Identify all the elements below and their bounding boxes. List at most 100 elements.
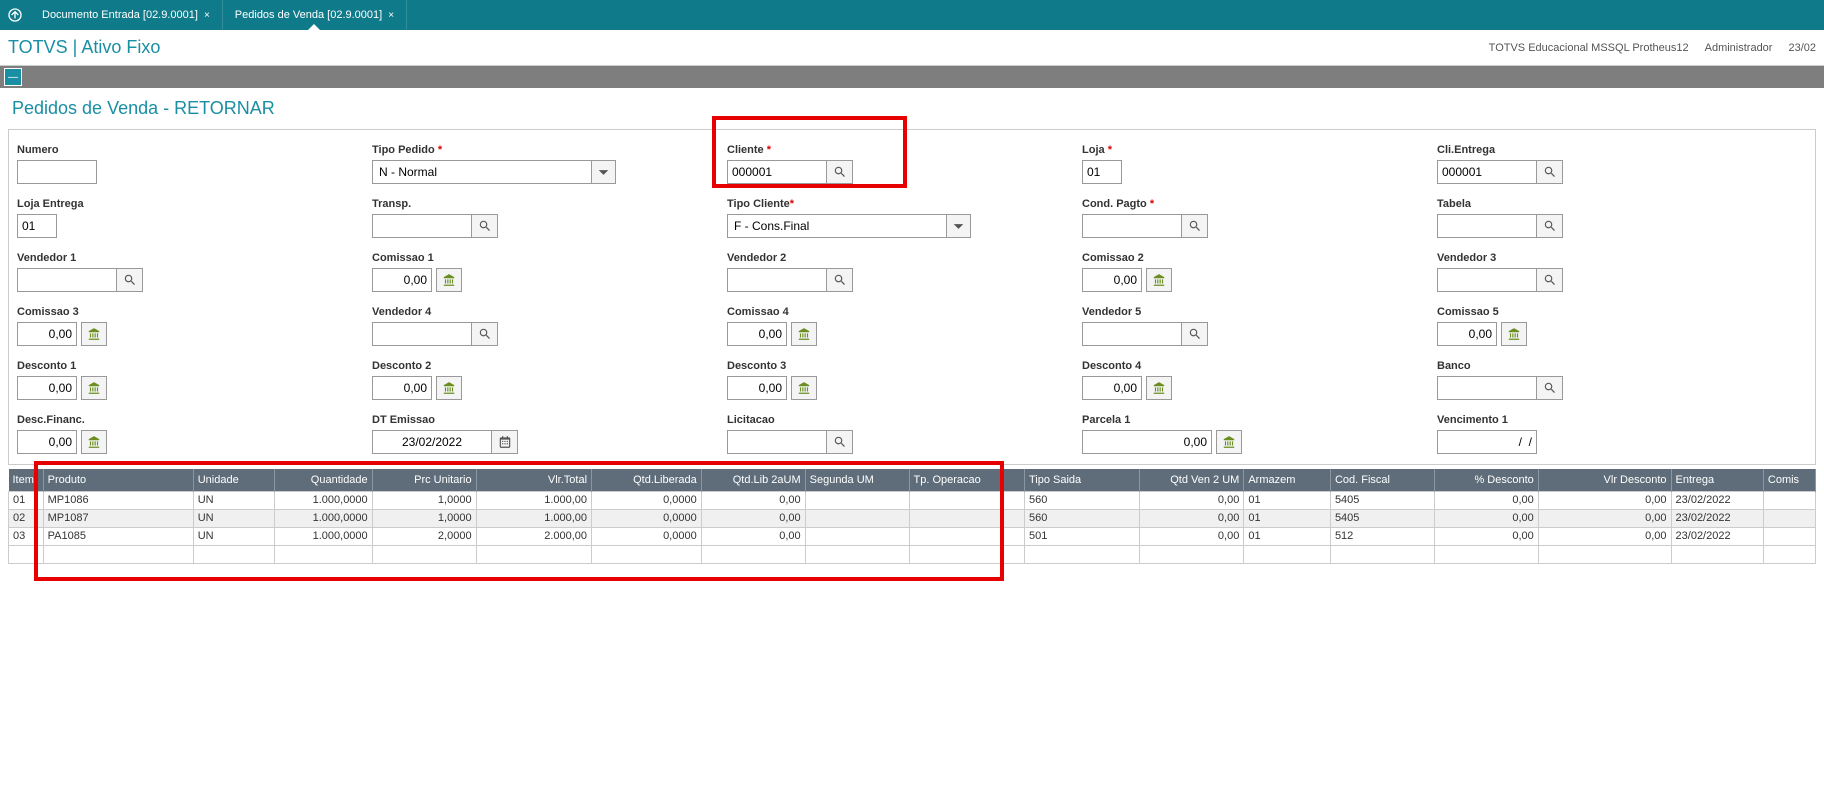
table-cell[interactable]: 0,00	[1538, 527, 1671, 545]
table-row[interactable]: 03PA1085UN1.000,00002,00002.000,000,0000…	[9, 527, 1816, 545]
table-cell[interactable]	[909, 509, 1024, 527]
chevron-down-icon[interactable]	[947, 214, 971, 238]
grid-header[interactable]: Entrega	[1671, 469, 1763, 491]
tipo-pedido-input[interactable]	[372, 160, 592, 184]
calc-icon[interactable]	[436, 268, 462, 292]
calc-icon[interactable]	[81, 430, 107, 454]
grid-header[interactable]: Quantidade	[274, 469, 372, 491]
search-icon[interactable]	[827, 160, 853, 184]
vendedor1-input[interactable]	[17, 268, 117, 292]
comissao3-input[interactable]	[17, 322, 77, 346]
cliente-input[interactable]	[727, 160, 827, 184]
table-cell[interactable]: 02	[9, 509, 44, 527]
vendedor4-input[interactable]	[372, 322, 472, 346]
table-cell[interactable]	[805, 491, 909, 509]
vencimento1-input[interactable]	[1437, 430, 1537, 454]
search-icon[interactable]	[827, 268, 853, 292]
table-cell[interactable]: UN	[193, 527, 274, 545]
table-cell[interactable]	[1434, 545, 1538, 563]
table-cell[interactable]: UN	[193, 509, 274, 527]
table-cell[interactable]	[1671, 545, 1763, 563]
search-icon[interactable]	[1182, 322, 1208, 346]
table-cell[interactable]	[1763, 509, 1815, 527]
table-cell[interactable]	[909, 491, 1024, 509]
table-cell[interactable]: 0,0000	[592, 527, 702, 545]
table-cell[interactable]: 560	[1024, 509, 1139, 527]
search-icon[interactable]	[472, 214, 498, 238]
desconto2-input[interactable]	[372, 376, 432, 400]
close-icon[interactable]: ×	[388, 10, 394, 21]
table-cell[interactable]: 0,00	[1434, 527, 1538, 545]
search-icon[interactable]	[1537, 160, 1563, 184]
table-cell[interactable]	[372, 545, 476, 563]
table-cell[interactable]: MP1086	[43, 491, 193, 509]
table-cell[interactable]: 5405	[1330, 509, 1434, 527]
table-cell[interactable]	[1140, 545, 1244, 563]
parcela1-input[interactable]	[1082, 430, 1212, 454]
comissao1-input[interactable]	[372, 268, 432, 292]
desconto3-input[interactable]	[727, 376, 787, 400]
table-cell[interactable]	[1538, 545, 1671, 563]
table-cell[interactable]: 0,00	[1140, 527, 1244, 545]
table-cell[interactable]: 0,00	[701, 491, 805, 509]
calc-icon[interactable]	[81, 376, 107, 400]
desconto4-input[interactable]	[1082, 376, 1142, 400]
table-cell[interactable]	[909, 545, 1024, 563]
table-cell[interactable]	[909, 527, 1024, 545]
loja-entrega-input[interactable]	[17, 214, 57, 238]
search-icon[interactable]	[117, 268, 143, 292]
grid-header[interactable]: Tipo Saida	[1024, 469, 1139, 491]
vendedor3-input[interactable]	[1437, 268, 1537, 292]
table-cell[interactable]	[193, 545, 274, 563]
table-cell[interactable]	[1024, 545, 1139, 563]
collapse-button[interactable]: —	[4, 68, 22, 86]
table-cell[interactable]	[1763, 545, 1815, 563]
table-cell[interactable]: 0,0000	[592, 491, 702, 509]
tipo-cliente-input[interactable]	[727, 214, 947, 238]
search-icon[interactable]	[1537, 214, 1563, 238]
transp-input[interactable]	[372, 214, 472, 238]
table-cell[interactable]: 01	[9, 491, 44, 509]
table-cell[interactable]	[1763, 491, 1815, 509]
comissao5-input[interactable]	[1437, 322, 1497, 346]
grid-header[interactable]: Vlr.Total	[476, 469, 591, 491]
loja-input[interactable]	[1082, 160, 1122, 184]
calc-icon[interactable]	[1216, 430, 1242, 454]
search-icon[interactable]	[1182, 214, 1208, 238]
table-cell[interactable]: 0,00	[1434, 509, 1538, 527]
grid-header[interactable]: Produto	[43, 469, 193, 491]
desc-financ-input[interactable]	[17, 430, 77, 454]
search-icon[interactable]	[472, 322, 498, 346]
table-cell[interactable]	[1763, 527, 1815, 545]
search-icon[interactable]	[1537, 376, 1563, 400]
app-logo-icon[interactable]	[0, 0, 30, 30]
table-cell[interactable]: 0,00	[1140, 491, 1244, 509]
close-icon[interactable]: ×	[204, 10, 210, 21]
comissao2-input[interactable]	[1082, 268, 1142, 292]
table-cell[interactable]: 0,00	[1538, 491, 1671, 509]
grid-header[interactable]: Armazem	[1244, 469, 1331, 491]
table-cell[interactable]: 2.000,00	[476, 527, 591, 545]
table-cell[interactable]: 5405	[1330, 491, 1434, 509]
table-cell[interactable]: 1,0000	[372, 491, 476, 509]
table-cell[interactable]: 512	[1330, 527, 1434, 545]
calc-icon[interactable]	[1146, 268, 1172, 292]
table-cell[interactable]: 501	[1024, 527, 1139, 545]
grid-header[interactable]: Cod. Fiscal	[1330, 469, 1434, 491]
table-cell[interactable]: 560	[1024, 491, 1139, 509]
chevron-down-icon[interactable]	[592, 160, 616, 184]
grid-header[interactable]: Segunda UM	[805, 469, 909, 491]
table-row[interactable]	[9, 545, 1816, 563]
cli-entrega-input[interactable]	[1437, 160, 1537, 184]
tab-pedidos-venda[interactable]: Pedidos de Venda [02.9.0001] ×	[223, 0, 407, 30]
items-table[interactable]: ItemProdutoUnidadeQuantidadePrc Unitario…	[8, 469, 1816, 564]
vendedor2-input[interactable]	[727, 268, 827, 292]
table-cell[interactable]: 1,0000	[372, 509, 476, 527]
calc-icon[interactable]	[436, 376, 462, 400]
table-cell[interactable]	[43, 545, 193, 563]
table-cell[interactable]: MP1087	[43, 509, 193, 527]
search-icon[interactable]	[1537, 268, 1563, 292]
table-cell[interactable]: 1.000,0000	[274, 509, 372, 527]
table-cell[interactable]: UN	[193, 491, 274, 509]
table-cell[interactable]: 0,00	[1140, 509, 1244, 527]
